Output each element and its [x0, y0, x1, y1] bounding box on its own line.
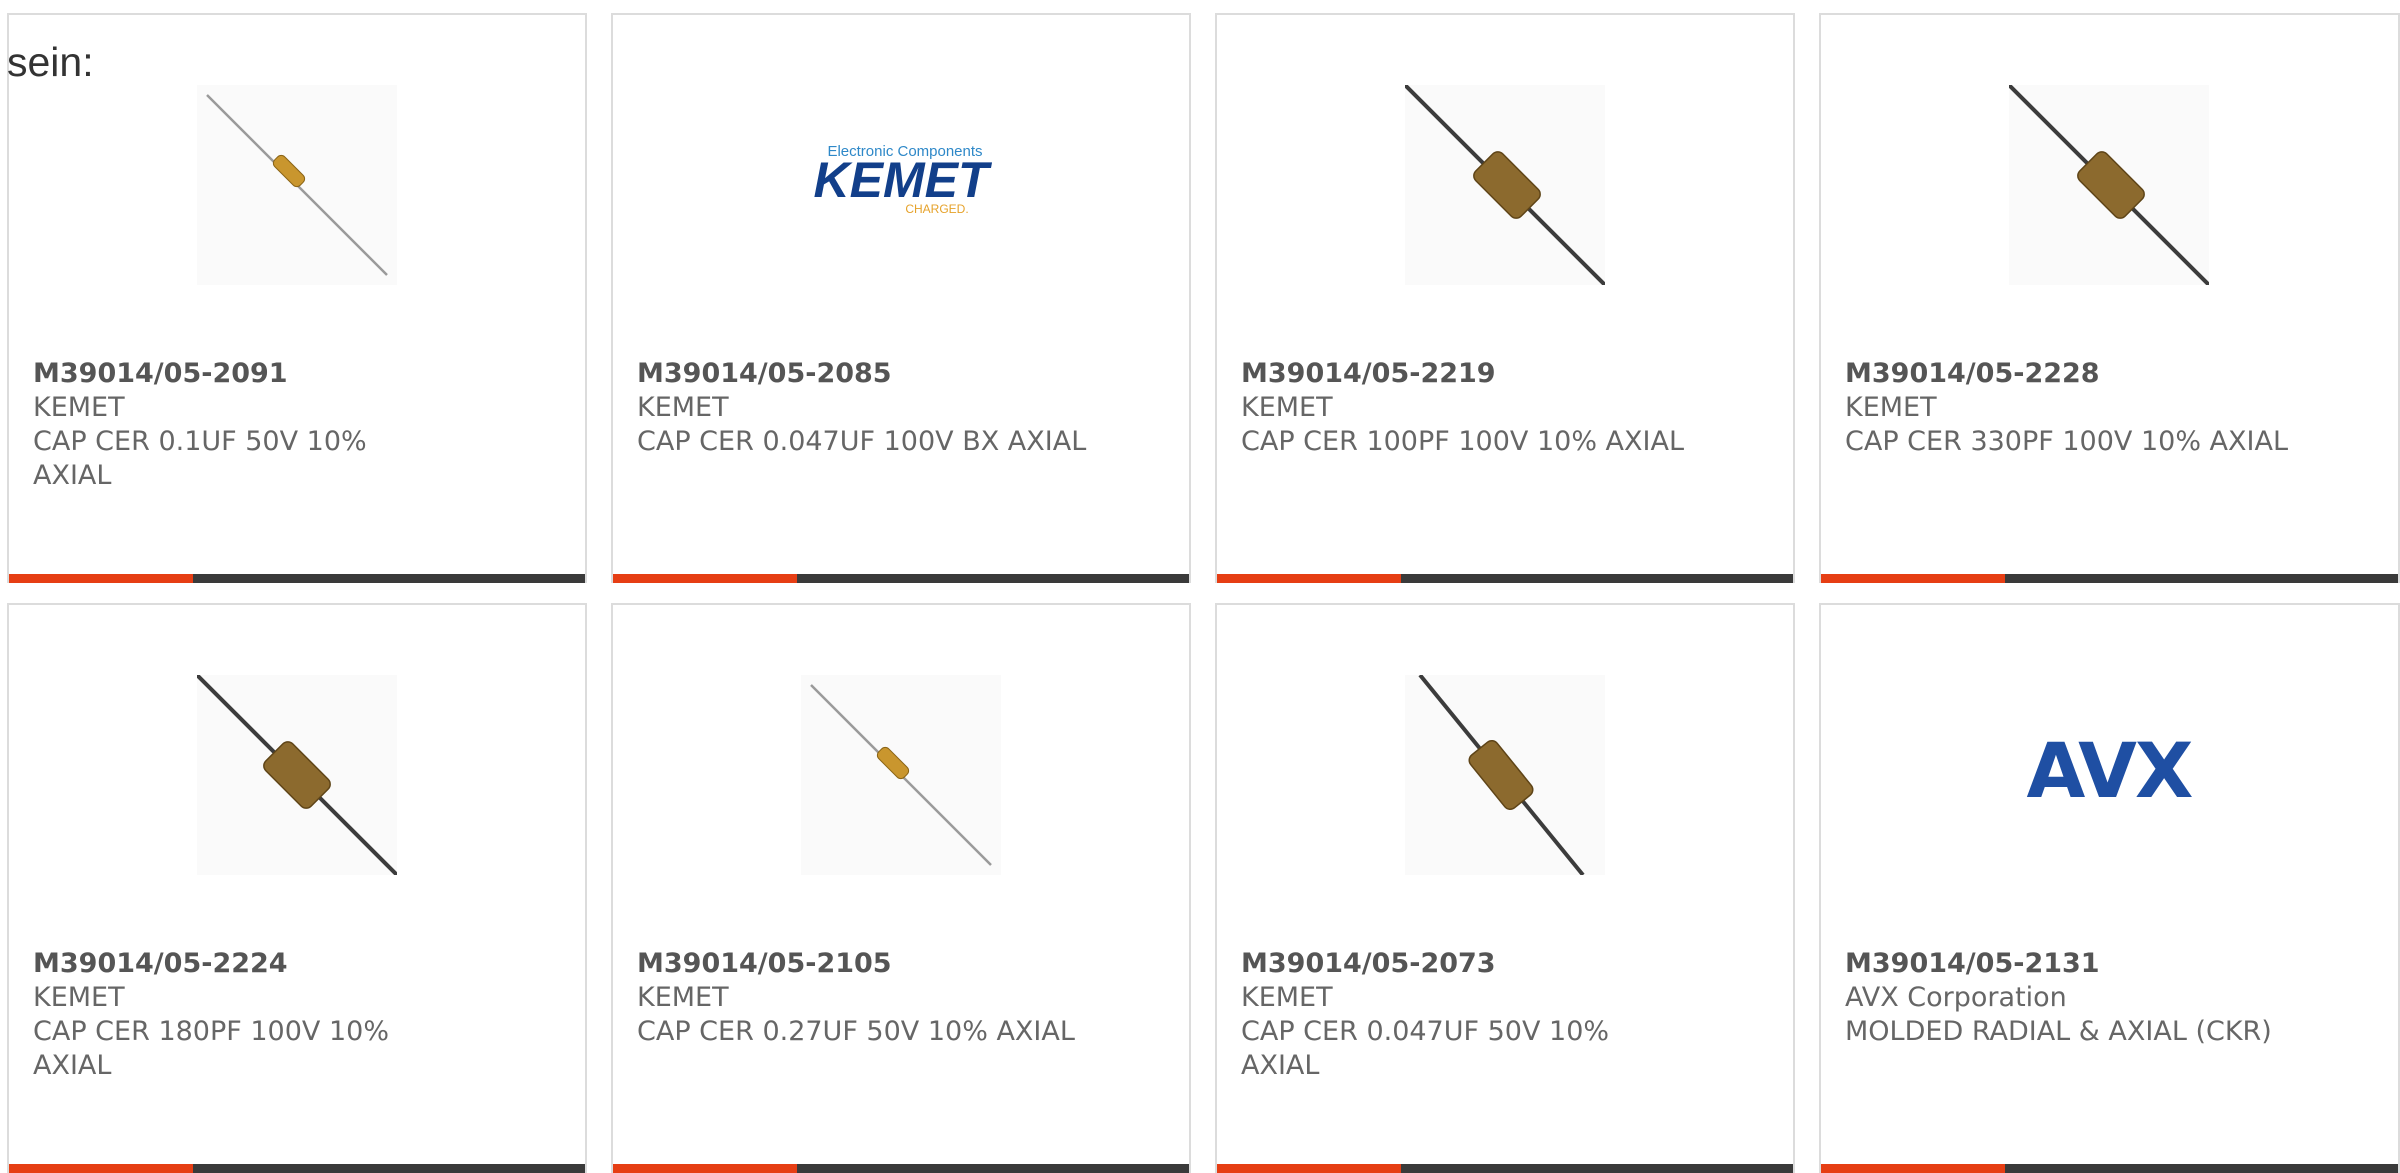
- description: MOLDED RADIAL & AXIAL (CKR): [1845, 1016, 2272, 1047]
- card-bar: [613, 1164, 1189, 1173]
- product-card[interactable]: M39014/05-2091 KEMET CAP CER 0.1UF 50V 1…: [7, 13, 587, 583]
- product-image: [1405, 675, 1605, 875]
- description: CAP CER 0.047UF 50V 10% AXIAL: [1241, 1016, 1610, 1081]
- card-bar-accent: [1821, 1164, 2005, 1173]
- product-image: AVX: [2009, 675, 2209, 875]
- part-number[interactable]: M39014/05-2228: [1845, 357, 2378, 391]
- part-number[interactable]: M39014/05-2131: [1845, 947, 2378, 981]
- product-image: Electronic Components KEMET CHARGED.: [801, 85, 1001, 285]
- description: CAP CER 100PF 100V 10% AXIAL: [1241, 426, 1684, 457]
- manufacturer: KEMET: [1845, 392, 1937, 423]
- product-image: [2009, 85, 2209, 285]
- manufacturer: AVX Corporation: [1845, 982, 2067, 1013]
- product-card[interactable]: M39014/05-2219 KEMET CAP CER 100PF 100V …: [1215, 13, 1795, 583]
- product-image: [1405, 85, 1605, 285]
- avx-logo: AVX: [2026, 726, 2194, 815]
- card-bar: [9, 1164, 585, 1173]
- svg-text:AVX: AVX: [2026, 726, 2192, 815]
- card-bar: [1217, 1164, 1793, 1173]
- manufacturer: KEMET: [33, 392, 125, 423]
- manufacturer: KEMET: [637, 982, 729, 1013]
- description: CAP CER 0.27UF 50V 10% AXIAL: [637, 1016, 1075, 1047]
- card-bar-accent: [9, 1164, 193, 1173]
- intro-text: sein:: [7, 39, 94, 85]
- card-bar-accent: [613, 574, 797, 583]
- description: CAP CER 0.047UF 100V BX AXIAL: [637, 426, 1087, 457]
- card-bar-accent: [1217, 574, 1401, 583]
- part-number[interactable]: M39014/05-2073: [1241, 947, 1773, 981]
- description: CAP CER 330PF 100V 10% AXIAL: [1845, 426, 2288, 457]
- capacitor-thin-icon: [801, 675, 1001, 875]
- card-bar-accent: [1821, 574, 2005, 583]
- part-number[interactable]: M39014/05-2105: [637, 947, 1169, 981]
- card-bar: [1821, 1164, 2398, 1173]
- product-card[interactable]: AVX M39014/05-2131 AVX Corporation MOLDE…: [1819, 603, 2400, 1173]
- product-card[interactable]: M39014/05-2228 KEMET CAP CER 330PF 100V …: [1819, 13, 2400, 583]
- capacitor-thin-icon: [197, 85, 397, 285]
- manufacturer: KEMET: [1241, 982, 1333, 1013]
- capacitor-thick-icon: [197, 675, 397, 875]
- card-bar-accent: [613, 1164, 797, 1173]
- product-image: [801, 675, 1001, 875]
- card-bar: [613, 574, 1189, 583]
- card-bar: [1821, 574, 2398, 583]
- description: CAP CER 0.1UF 50V 10% AXIAL: [33, 426, 367, 491]
- card-bar: [9, 574, 585, 583]
- kemet-logo: Electronic Components KEMET CHARGED.: [814, 143, 993, 216]
- card-bar: [1217, 574, 1793, 583]
- product-image: [197, 85, 397, 285]
- product-card[interactable]: M39014/05-2224 KEMET CAP CER 180PF 100V …: [7, 603, 587, 1173]
- manufacturer: KEMET: [1241, 392, 1333, 423]
- capacitor-thick-icon: [1405, 85, 1605, 285]
- product-card[interactable]: Electronic Components KEMET CHARGED. M39…: [611, 13, 1191, 583]
- capacitor-steep-icon: [1405, 675, 1605, 875]
- card-bar-accent: [9, 574, 193, 583]
- capacitor-thick-icon: [2009, 85, 2209, 285]
- part-number[interactable]: M39014/05-2224: [33, 947, 565, 981]
- product-card[interactable]: M39014/05-2105 KEMET CAP CER 0.27UF 50V …: [611, 603, 1191, 1173]
- svg-text:KEMET: KEMET: [814, 152, 993, 208]
- description: CAP CER 180PF 100V 10% AXIAL: [33, 1016, 389, 1081]
- product-card[interactable]: M39014/05-2073 KEMET CAP CER 0.047UF 50V…: [1215, 603, 1795, 1173]
- card-bar-accent: [1217, 1164, 1401, 1173]
- part-number[interactable]: M39014/05-2091: [33, 357, 565, 391]
- manufacturer: KEMET: [637, 392, 729, 423]
- svg-text:CHARGED.: CHARGED.: [905, 202, 968, 216]
- part-number[interactable]: M39014/05-2219: [1241, 357, 1773, 391]
- part-number[interactable]: M39014/05-2085: [637, 357, 1169, 391]
- product-image: [197, 675, 397, 875]
- manufacturer: KEMET: [33, 982, 125, 1013]
